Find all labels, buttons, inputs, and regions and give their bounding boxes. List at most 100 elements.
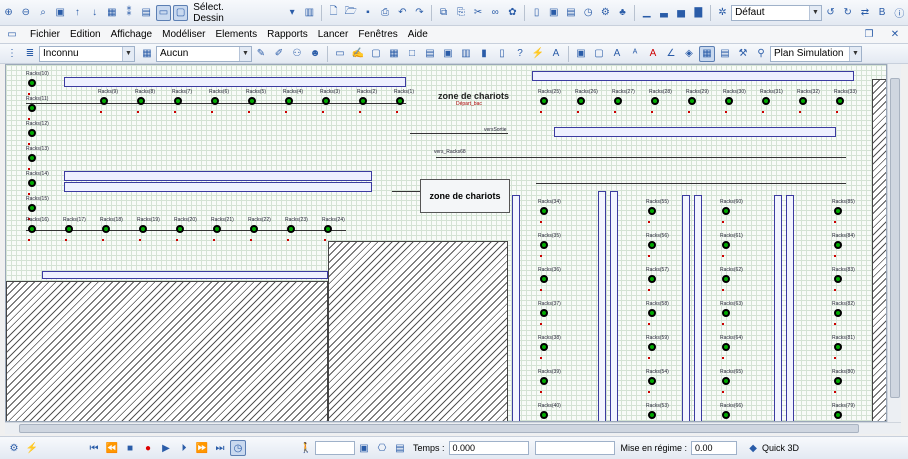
- rack-node[interactable]: [285, 97, 293, 105]
- layer-combo[interactable]: Inconnu ▼: [39, 45, 135, 62]
- rack-node[interactable]: [651, 97, 659, 105]
- rack-node[interactable]: [722, 207, 730, 215]
- image-icon[interactable]: ▣: [356, 440, 372, 456]
- menu-aide[interactable]: Aide: [408, 29, 428, 40]
- rack-node[interactable]: [722, 377, 730, 385]
- chart-icon[interactable]: ▤: [392, 440, 408, 456]
- menu-rapports[interactable]: Rapports: [267, 29, 308, 40]
- new-file-icon[interactable]: 🗋: [326, 5, 341, 21]
- rack-node[interactable]: [722, 343, 730, 351]
- rack-node[interactable]: [648, 241, 656, 249]
- rack-node[interactable]: [322, 97, 330, 105]
- chevron-down-icon[interactable]: ▼: [122, 46, 134, 61]
- plugin-icon[interactable]: ♣: [615, 5, 630, 21]
- end-icon[interactable]: ⏭: [212, 440, 228, 456]
- zone-box[interactable]: zone de chariots: [420, 179, 510, 213]
- menu-modeliser[interactable]: Modéliser: [162, 29, 205, 40]
- dropdown-icon[interactable]: ▾: [285, 5, 300, 21]
- chevron-down-icon[interactable]: ▼: [239, 46, 251, 61]
- rack-node[interactable]: [648, 309, 656, 317]
- pattern-icon[interactable]: ▦: [139, 46, 155, 62]
- scroll-thumb[interactable]: [19, 424, 859, 433]
- text-b-icon[interactable]: A: [609, 46, 625, 62]
- person-icon[interactable]: ☻: [307, 46, 323, 62]
- link-icon[interactable]: ∞: [488, 5, 503, 21]
- close-icon[interactable]: ✕: [887, 27, 903, 43]
- zoom-out-icon[interactable]: ⊖: [18, 5, 33, 21]
- select-icon[interactable]: ▢: [173, 4, 189, 21]
- undo-icon[interactable]: ↶: [395, 5, 410, 21]
- rack-node[interactable]: [213, 225, 221, 233]
- layout-icon[interactable]: ▤: [139, 5, 154, 21]
- rack-node[interactable]: [100, 97, 108, 105]
- grid2-icon[interactable]: ▦: [386, 46, 402, 62]
- rack-node[interactable]: [359, 97, 367, 105]
- help-icon[interactable]: ?: [512, 46, 528, 62]
- rack-node[interactable]: [722, 411, 730, 419]
- font-size-icon[interactable]: ᴬ: [627, 46, 643, 62]
- rack-node[interactable]: [648, 275, 656, 283]
- rack-node[interactable]: [722, 309, 730, 317]
- time-field[interactable]: 0.000: [448, 441, 529, 455]
- rack-node[interactable]: [648, 411, 656, 419]
- run-config-icon[interactable]: ⚙: [6, 440, 22, 456]
- walker-icon[interactable]: 🚶: [298, 440, 314, 456]
- lightning-icon[interactable]: ⚡: [24, 440, 40, 456]
- quick3d-icon[interactable]: ◆: [745, 440, 761, 456]
- rack-node[interactable]: [834, 275, 842, 283]
- rack-node[interactable]: [287, 225, 295, 233]
- text-a-icon[interactable]: A: [548, 46, 564, 62]
- rack-node[interactable]: [540, 309, 548, 317]
- rack-node[interactable]: [648, 343, 656, 351]
- rack-node[interactable]: [834, 411, 842, 419]
- menu-elements[interactable]: Elements: [215, 29, 257, 40]
- panel-icon[interactable]: ▥: [458, 46, 474, 62]
- view-icon[interactable]: ▥: [302, 5, 317, 21]
- fast-forward-icon[interactable]: ⏩: [194, 440, 210, 456]
- menu-edition[interactable]: Edition: [70, 29, 101, 40]
- stack-icon[interactable]: ▤: [563, 5, 578, 21]
- rewind-icon[interactable]: ⏮: [86, 440, 102, 456]
- chevron-down-icon[interactable]: ▼: [808, 5, 821, 20]
- stop-icon[interactable]: ■: [122, 440, 138, 456]
- menu-fenetres[interactable]: Fenêtres: [358, 29, 397, 40]
- warmup-field[interactable]: 0.00: [691, 441, 738, 455]
- rack-node[interactable]: [688, 97, 696, 105]
- zoom-in-icon[interactable]: ⊕: [1, 5, 16, 21]
- tools-icon[interactable]: ⚙: [598, 5, 613, 21]
- layer-icon[interactable]: ≣: [22, 46, 38, 62]
- rack-node[interactable]: [250, 225, 258, 233]
- note-icon[interactable]: ▯: [494, 46, 510, 62]
- menu-affichage[interactable]: Affichage: [111, 29, 153, 40]
- chevron-down-icon[interactable]: ▼: [849, 46, 861, 61]
- timer-icon[interactable]: ◷: [230, 440, 246, 456]
- restore-icon[interactable]: ❐: [861, 27, 877, 43]
- open-folder-icon[interactable]: 🗁: [343, 5, 358, 21]
- vertical-scrollbar[interactable]: [887, 64, 901, 422]
- play-icon[interactable]: ▶: [158, 440, 174, 456]
- rack-node[interactable]: [28, 154, 36, 162]
- bar-chart-icon[interactable]: ▅: [674, 5, 689, 21]
- pin-icon[interactable]: ⚲: [753, 46, 769, 62]
- zoom-fit-icon[interactable]: ⌕: [35, 5, 50, 21]
- rack-node[interactable]: [248, 97, 256, 105]
- rack-node[interactable]: [836, 97, 844, 105]
- rack-node[interactable]: [648, 207, 656, 215]
- rack-node[interactable]: [834, 241, 842, 249]
- save-icon[interactable]: ▪: [360, 5, 375, 21]
- menu-lancer[interactable]: Lancer: [318, 29, 349, 40]
- line-color-icon[interactable]: ∠: [663, 46, 679, 62]
- rack-node[interactable]: [834, 309, 842, 317]
- brush-icon[interactable]: ✐: [271, 46, 287, 62]
- quick3d-button[interactable]: Quick 3D: [762, 443, 799, 453]
- rack-node[interactable]: [762, 97, 770, 105]
- flip-icon[interactable]: ⇄: [857, 5, 872, 21]
- rack-node[interactable]: [102, 225, 110, 233]
- plan-combo[interactable]: Plan Simulation ▼: [770, 45, 862, 62]
- rack-node[interactable]: [722, 241, 730, 249]
- font-color-icon[interactable]: A: [645, 46, 661, 62]
- tools2-icon[interactable]: ⚒: [735, 46, 751, 62]
- square-icon[interactable]: □: [404, 46, 420, 62]
- wand-icon[interactable]: ⚡: [530, 46, 546, 62]
- rack-node[interactable]: [28, 179, 36, 187]
